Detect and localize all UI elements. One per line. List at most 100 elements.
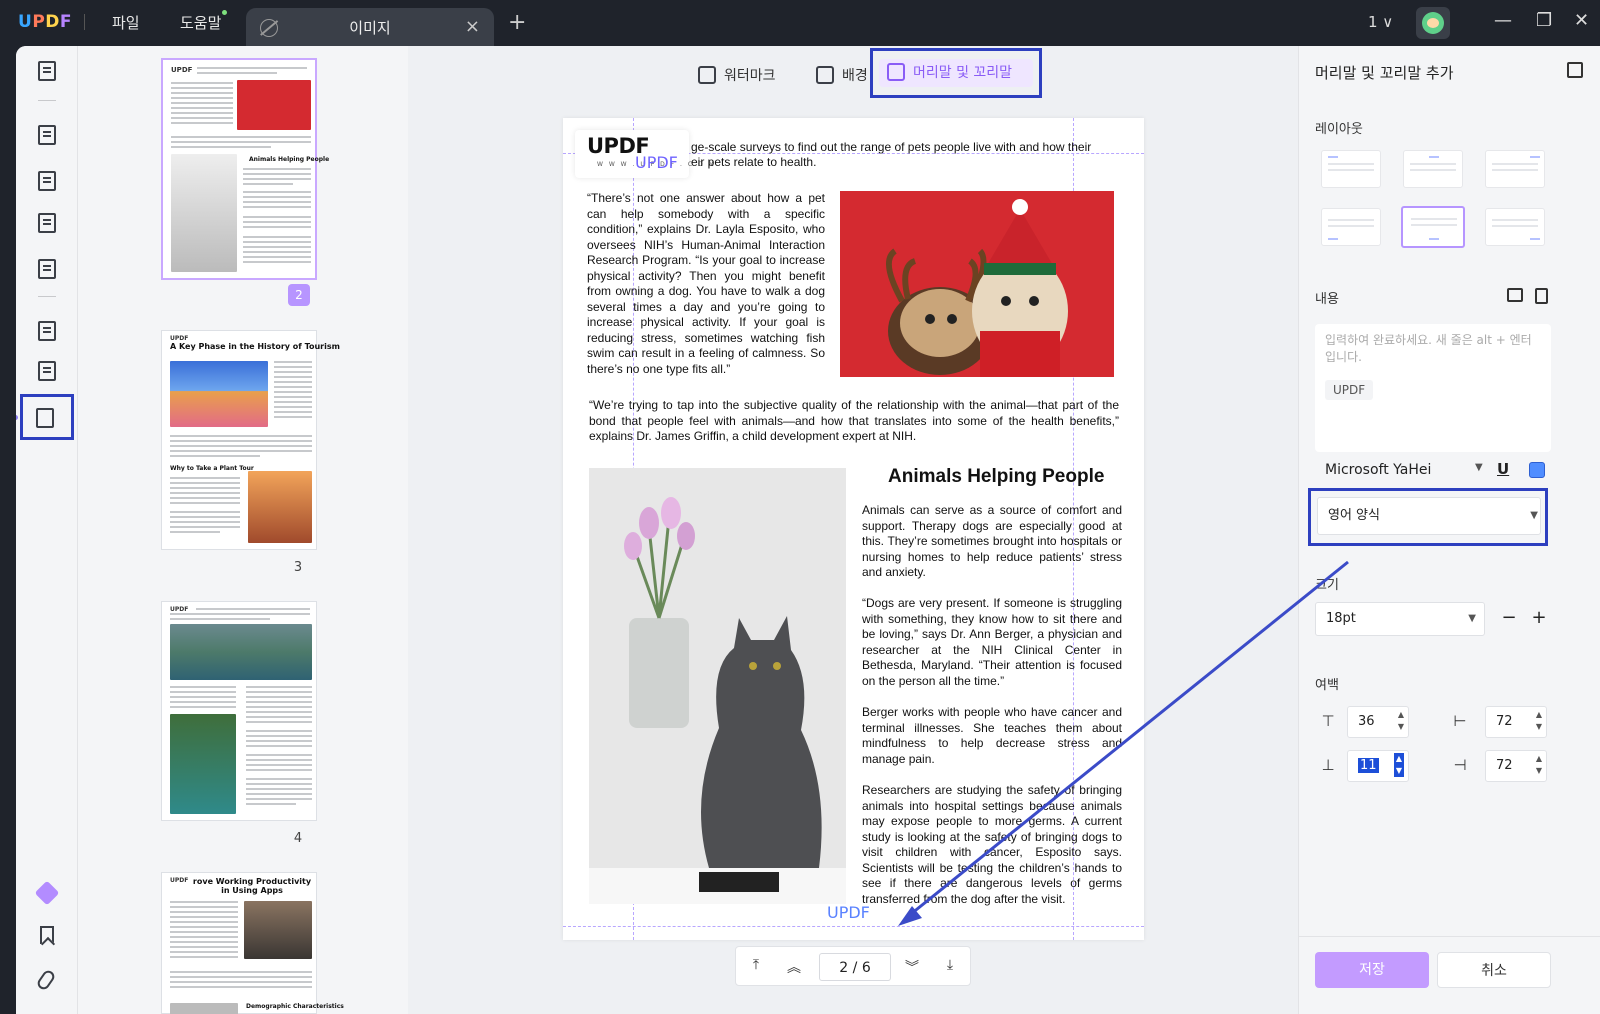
header-preview-text[interactable]: UPDF	[635, 153, 678, 172]
content-input[interactable]: 입력하여 완료하세요. 새 줄은 alt + 엔터입니다. UPDF	[1315, 324, 1551, 452]
spinner-icon[interactable]: ▲ ▼	[1398, 709, 1404, 733]
avatar[interactable]	[1416, 7, 1450, 39]
spinner-icon[interactable]: ▲ ▼	[1393, 753, 1404, 777]
cat-photo	[589, 468, 846, 904]
app-logo[interactable]: UPDF	[18, 12, 72, 32]
thumbnail-page-2[interactable]: UPDF Animals Helping People	[161, 58, 329, 280]
thumbnail-panel: UPDF Animals Helping People 2 UPDF A Key…	[78, 46, 408, 1014]
avatar-face-icon	[1422, 12, 1444, 34]
tab-close-icon[interactable]: ×	[465, 16, 480, 37]
window-count-selector[interactable]: 1 ∨	[1368, 13, 1393, 31]
close-window-button[interactable]: ✕	[1574, 10, 1589, 31]
intro-line-1: ge-scale surveys to find out the range o…	[691, 140, 1092, 154]
size-select[interactable]: 18pt ▼	[1315, 602, 1485, 636]
paragraph-4: Researchers are studying the safety of b…	[862, 783, 1122, 906]
app-body: UPDF Animals Helping People 2 UPDF A Key…	[16, 46, 1600, 1014]
background-icon	[816, 66, 834, 84]
cancel-button[interactable]: 취소	[1437, 952, 1551, 988]
page-separator: /	[852, 960, 858, 976]
pdf-page[interactable]: UPDF W W W . U P D F . C O M UPDF ge-sca…	[563, 118, 1144, 940]
size-value: 18pt	[1326, 611, 1356, 626]
margin-top-input[interactable]: 36 ▲ ▼	[1347, 706, 1409, 738]
edit-pdf-icon	[38, 171, 56, 191]
new-tab-button[interactable]: +	[508, 10, 526, 35]
thumbnail-page-3[interactable]: UPDF A Key Phase in the History of Touri…	[161, 330, 340, 550]
spinner-icon[interactable]: ▲ ▼	[1536, 709, 1542, 733]
first-page-button[interactable]: ⤒	[746, 957, 766, 977]
insert-page-number-icon[interactable]	[1535, 288, 1548, 304]
organize-pages-button[interactable]	[32, 316, 62, 346]
dogs-photo	[840, 191, 1114, 377]
last-page-button[interactable]: ⤓	[940, 957, 960, 977]
header-footer-button[interactable]: 머리말 및 꼬리말	[870, 48, 1042, 98]
notification-dot	[222, 10, 228, 15]
thumb-title: rove Working Productivity in Using Apps	[192, 877, 312, 895]
edit-tool-button[interactable]	[32, 166, 62, 196]
margin-top-value: 36	[1358, 714, 1375, 729]
layout-option-top-right[interactable]	[1485, 150, 1545, 188]
margin-right-icon: ⊣	[1453, 756, 1467, 774]
crop-tool-button[interactable]	[32, 356, 62, 386]
thumb-street-image	[170, 361, 268, 427]
margin-bottom-input[interactable]: 11 ▲ ▼	[1347, 750, 1409, 782]
spinner-icon[interactable]: ▲ ▼	[1536, 753, 1542, 777]
thumbnail-page-5[interactable]: UPDF rove Working Productivity in Using …	[161, 872, 344, 1014]
thumb-logo: UPDF	[171, 66, 193, 74]
current-page: 2	[839, 960, 849, 976]
chevron-down-icon[interactable]: ▼	[1475, 462, 1483, 473]
save-button[interactable]: 저장	[1315, 952, 1429, 988]
layers-icon[interactable]	[34, 880, 60, 906]
watermark-icon	[698, 66, 716, 84]
attachment-icon[interactable]	[35, 968, 57, 992]
page-tools-button[interactable]	[20, 394, 74, 440]
watermark-label: 워터마크	[724, 68, 776, 84]
thumb-office-image	[244, 901, 312, 959]
next-page-button[interactable]: ︾	[902, 957, 922, 977]
layout-option-bottom-right[interactable]	[1485, 208, 1545, 246]
thumb-eiffel-image	[248, 471, 312, 543]
content-chip[interactable]: UPDF	[1325, 380, 1374, 400]
document-area: 워터마크 배경 머리말 및 꼬리말 UPDF W W W . U P D F .…	[408, 46, 1298, 1014]
reader-tool-button[interactable]	[32, 56, 62, 86]
tab-title: 이미지	[349, 19, 391, 37]
cat-illustration	[589, 468, 846, 904]
fill-sign-tool-button[interactable]	[32, 254, 62, 284]
page-indicator[interactable]: 2 / 6	[819, 953, 891, 981]
size-increase-button[interactable]: +	[1525, 602, 1553, 636]
divider	[38, 100, 56, 101]
bookmark-icon[interactable]	[40, 926, 54, 944]
background-button[interactable]: 배경	[816, 62, 868, 90]
insert-date-icon[interactable]	[1507, 288, 1523, 302]
page-navigation: ⤒ ︽ 2 / 6 ︾ ⤓	[735, 946, 971, 986]
form-tool-button[interactable]	[32, 208, 62, 238]
thumbnail-page-4[interactable]: UPDF	[161, 601, 317, 821]
document-tab[interactable]: 이미지 ×	[246, 8, 494, 46]
layout-option-bottom-left[interactable]	[1321, 208, 1381, 246]
layout-option-bottom-center[interactable]	[1401, 206, 1465, 248]
header-footer-label: 머리말 및 꼬리말	[913, 65, 1013, 81]
underline-icon[interactable]: U	[1497, 460, 1509, 478]
margin-bottom-value: 11	[1358, 758, 1379, 773]
format-select[interactable]: 영어 양식 ▼	[1317, 497, 1541, 535]
menu-file[interactable]: 파일	[112, 12, 140, 33]
comment-tool-button[interactable]	[32, 120, 62, 150]
minimize-button[interactable]: —	[1494, 10, 1512, 31]
font-select[interactable]: Microsoft YaHei	[1325, 462, 1431, 478]
exit-panel-icon[interactable]	[1567, 62, 1583, 78]
margin-right-input[interactable]: 72 ▲ ▼	[1485, 750, 1547, 782]
size-decrease-button[interactable]: −	[1495, 602, 1523, 636]
layout-option-top-left[interactable]	[1321, 150, 1381, 188]
dogs-illustration	[885, 199, 1068, 377]
form-icon	[38, 213, 56, 233]
restore-button[interactable]: ❐	[1536, 10, 1552, 31]
footer-preview-text[interactable]: UPDF	[827, 903, 870, 922]
menu-help[interactable]: 도움말	[180, 10, 228, 33]
text-color-swatch[interactable]	[1529, 462, 1545, 478]
margin-left-input[interactable]: 72 ▲ ▼	[1485, 706, 1547, 738]
section-heading: Animals Helping People	[888, 466, 1105, 487]
prev-page-button[interactable]: ︽	[784, 957, 804, 977]
margin-label: 여백	[1315, 678, 1339, 693]
layout-option-top-center[interactable]	[1403, 150, 1463, 188]
watermark-button[interactable]: 워터마크	[698, 62, 776, 90]
reader-icon	[38, 61, 56, 81]
